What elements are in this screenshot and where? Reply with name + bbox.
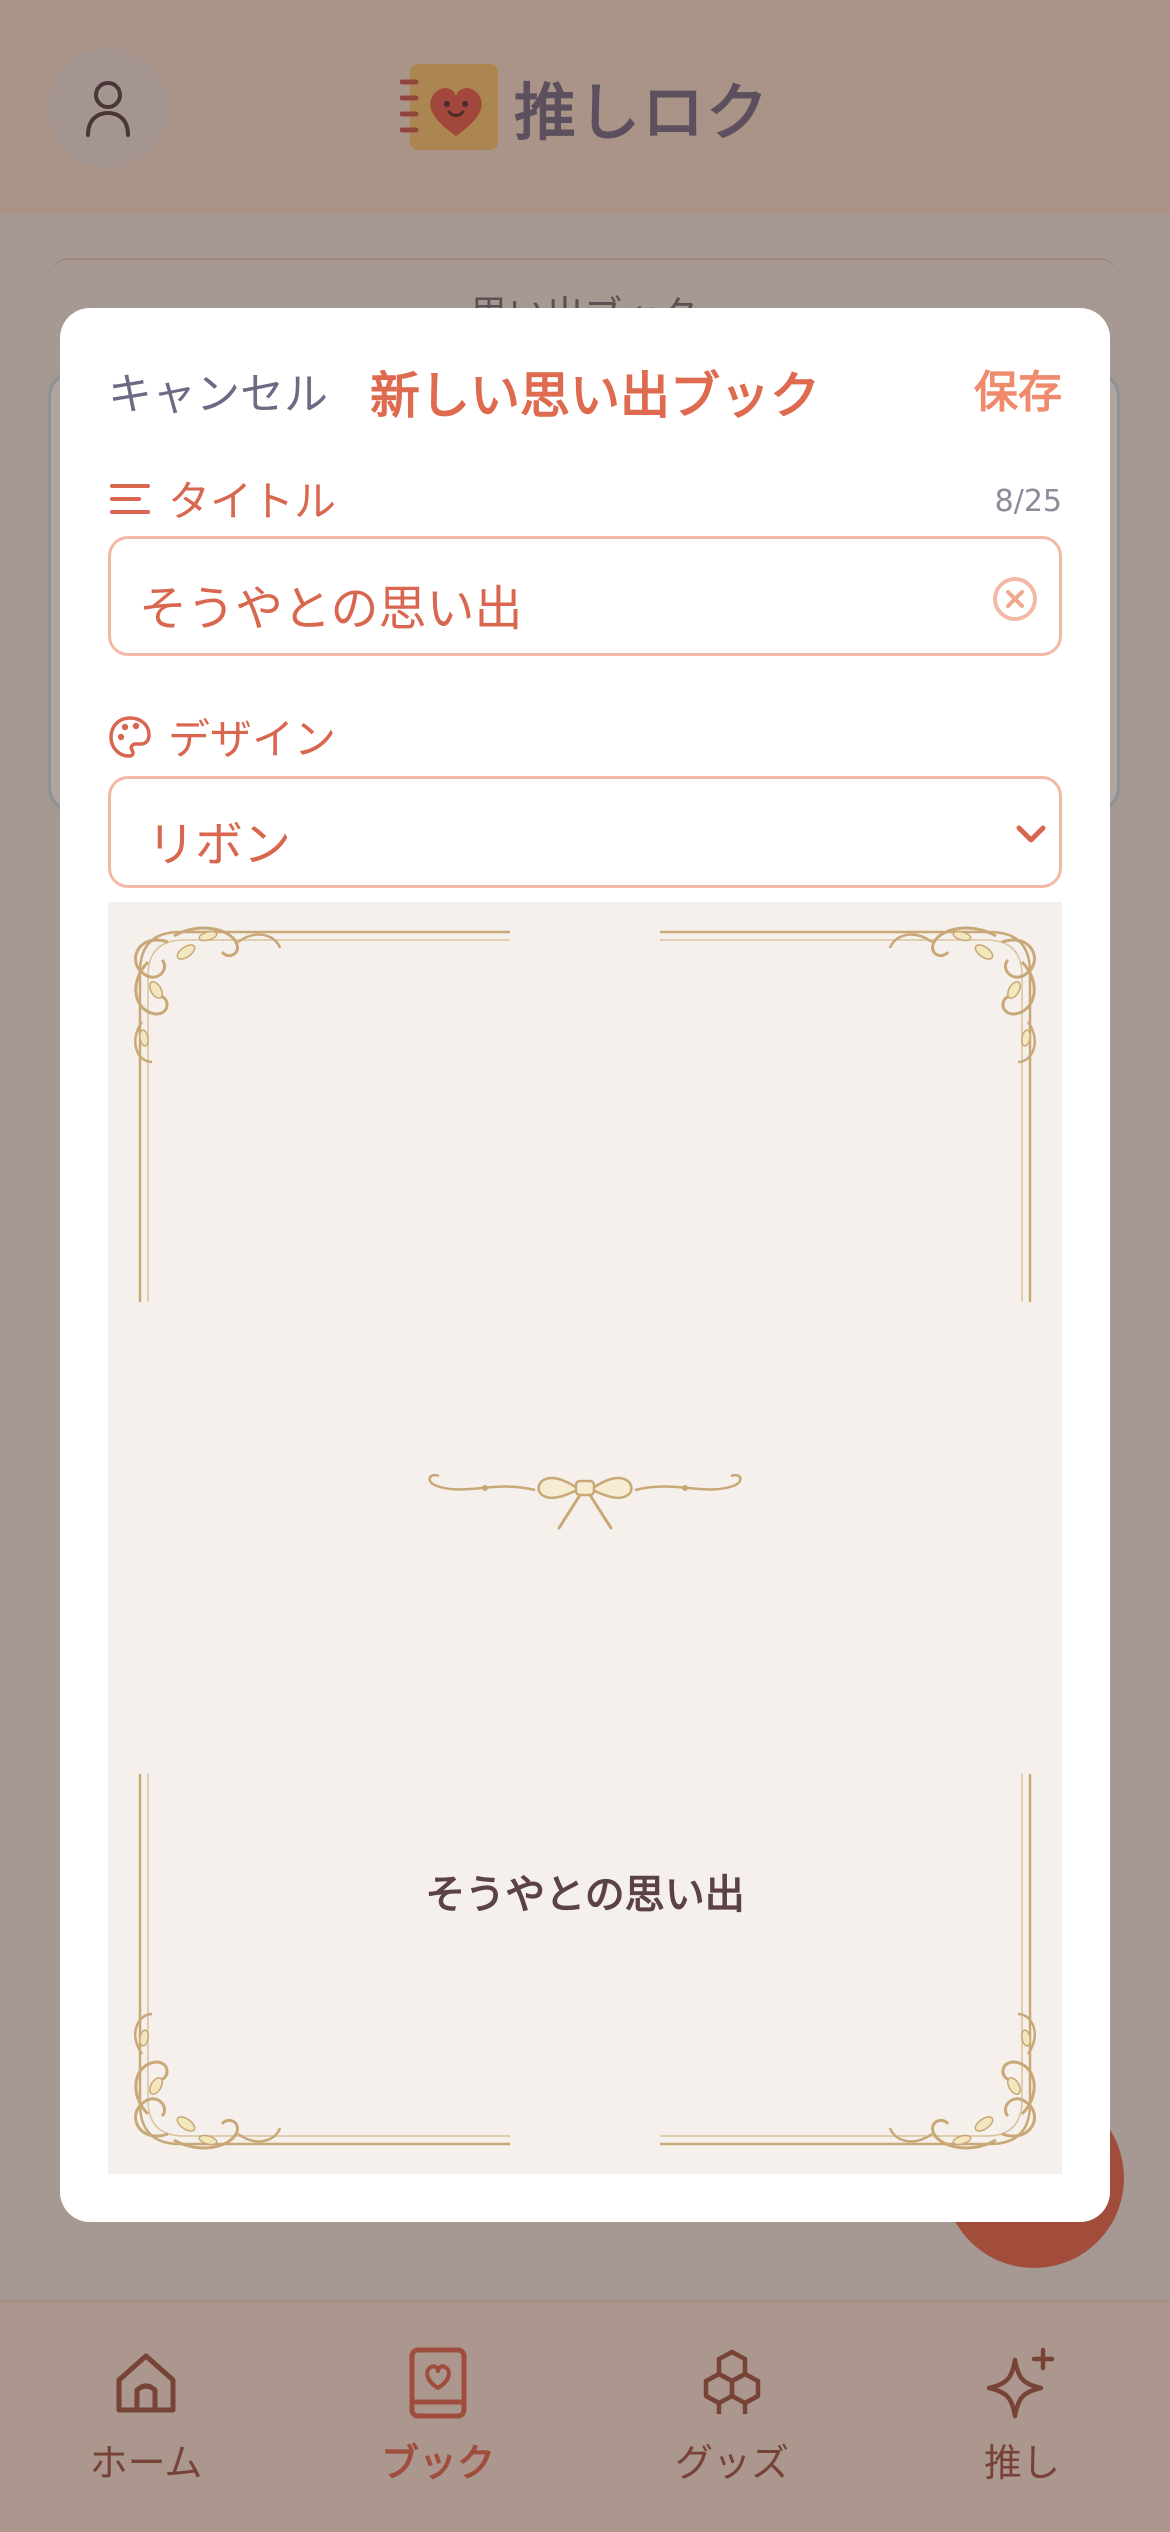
palette-icon bbox=[108, 715, 152, 759]
title-label-text: タイトル bbox=[168, 477, 337, 526]
character-count: 8/25 bbox=[994, 484, 1062, 519]
title-field-label: タイトル bbox=[108, 468, 336, 529]
design-select[interactable]: リボン bbox=[108, 776, 1062, 888]
app-screen: 推しロク 思い出ブック ホーム ブック グッズ 推し キャンセル 新しい思い出ブ… bbox=[0, 0, 1170, 2532]
chevron-down-icon bbox=[1016, 825, 1046, 843]
preview-title: そうやとの思い出 bbox=[425, 1872, 745, 1918]
title-input[interactable]: そうやとの思い出 bbox=[108, 536, 1062, 656]
ornamental-frame bbox=[133, 926, 1037, 2150]
new-book-modal: キャンセル 新しい思い出ブック 保存 タイトル 8/25 そうやとの思い出 デザ… bbox=[60, 308, 1110, 2222]
modal-title: 新しい思い出ブック bbox=[370, 367, 820, 425]
lines-icon bbox=[108, 477, 152, 521]
design-field-label: デザイン bbox=[108, 706, 336, 767]
title-input-value: そうやとの思い出 bbox=[139, 581, 523, 637]
save-button[interactable]: 保存 bbox=[974, 356, 1062, 420]
design-label-text: デザイン bbox=[168, 715, 337, 764]
design-select-value: リボン bbox=[147, 817, 292, 873]
ribbon-bow-icon bbox=[428, 1473, 742, 1530]
cancel-button[interactable]: キャンセル bbox=[108, 358, 328, 422]
clear-icon[interactable] bbox=[991, 575, 1039, 623]
modal-header: キャンセル 新しい思い出ブック 保存 bbox=[60, 308, 1110, 458]
design-preview: そうやとの思い出 bbox=[108, 902, 1062, 2174]
